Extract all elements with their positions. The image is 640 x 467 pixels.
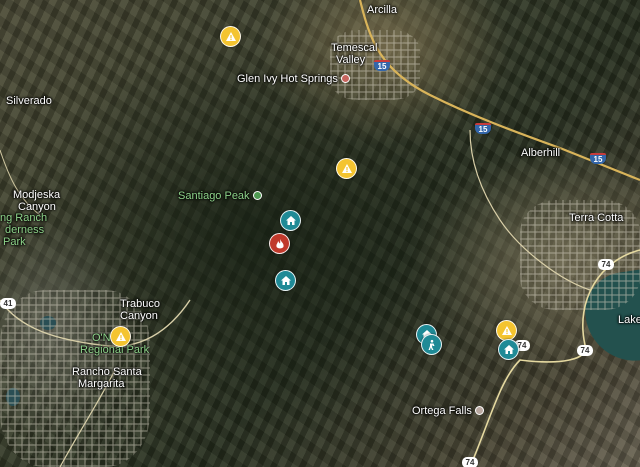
waterfall-icon bbox=[474, 406, 484, 415]
place-label-margarita: Margarita bbox=[78, 378, 125, 390]
place-label-glen-ivy: Glen Ivy Hot Springs bbox=[237, 73, 350, 85]
evacuation-icon bbox=[428, 339, 434, 350]
interstate-15-shield: 15 bbox=[475, 123, 491, 134]
home-icon bbox=[285, 216, 296, 225]
road-network bbox=[0, 0, 640, 467]
warning-icon bbox=[115, 332, 126, 341]
evacuation-marker[interactable] bbox=[421, 334, 442, 355]
place-label-wilderness: derness bbox=[5, 224, 45, 236]
place-label-rancho-santa: Rancho Santa bbox=[72, 366, 142, 378]
home-marker[interactable] bbox=[498, 339, 519, 360]
route-74-shield: 74 bbox=[598, 259, 614, 270]
satellite-map[interactable]: Arcilla Temescal Valley Glen Ivy Hot Spr… bbox=[0, 0, 640, 467]
warning-marker[interactable] bbox=[110, 326, 131, 347]
place-label-oneill: O'N bbox=[92, 332, 111, 344]
warning-icon bbox=[501, 326, 512, 335]
place-label-modjeska: Modjeska bbox=[13, 189, 61, 201]
route-74-shield: 74 bbox=[462, 457, 478, 467]
peak-icon bbox=[252, 191, 262, 200]
home-icon bbox=[503, 345, 514, 354]
warning-marker[interactable] bbox=[336, 158, 357, 179]
place-label-trabuco-canyon: Canyon bbox=[120, 310, 158, 322]
home-marker[interactable] bbox=[280, 210, 301, 231]
place-label-arcilla: Arcilla bbox=[367, 4, 397, 16]
place-label-terra-cotta: Terra Cotta bbox=[569, 212, 624, 224]
hot-springs-icon bbox=[340, 74, 350, 83]
warning-marker[interactable] bbox=[496, 320, 517, 341]
place-label-lake: Lake bbox=[618, 314, 640, 326]
fire-icon bbox=[275, 238, 284, 248]
place-label-regional-park: Regional Park bbox=[80, 344, 150, 356]
place-label-trabuco: Trabuco bbox=[120, 298, 160, 310]
fire-marker[interactable] bbox=[269, 233, 290, 254]
place-label-temescal: Temescal bbox=[331, 42, 378, 54]
place-label-park: Park bbox=[3, 236, 26, 248]
route-74-shield: 74 bbox=[577, 345, 593, 356]
place-label-santiago-peak: Santiago Peak bbox=[178, 190, 262, 202]
home-marker[interactable] bbox=[275, 270, 296, 291]
warning-icon bbox=[225, 32, 236, 41]
interstate-15-shield: 15 bbox=[374, 60, 390, 71]
place-name: Ortega Falls bbox=[412, 405, 472, 417]
warning-marker[interactable] bbox=[220, 26, 241, 47]
place-name: Glen Ivy Hot Springs bbox=[237, 73, 338, 85]
place-name: Santiago Peak bbox=[178, 190, 250, 202]
place-label-temescal-valley: Valley bbox=[336, 54, 366, 66]
place-label-alberhill: Alberhill bbox=[521, 147, 561, 159]
interstate-15-shield: 15 bbox=[590, 153, 606, 164]
route-241-shield: 41 bbox=[0, 298, 16, 309]
place-label-ortega-falls: Ortega Falls bbox=[412, 405, 484, 417]
place-label-ranch: ng Ranch bbox=[0, 212, 48, 224]
place-label-silverado: Silverado bbox=[6, 95, 52, 107]
warning-icon bbox=[341, 164, 352, 173]
home-icon bbox=[280, 276, 291, 285]
